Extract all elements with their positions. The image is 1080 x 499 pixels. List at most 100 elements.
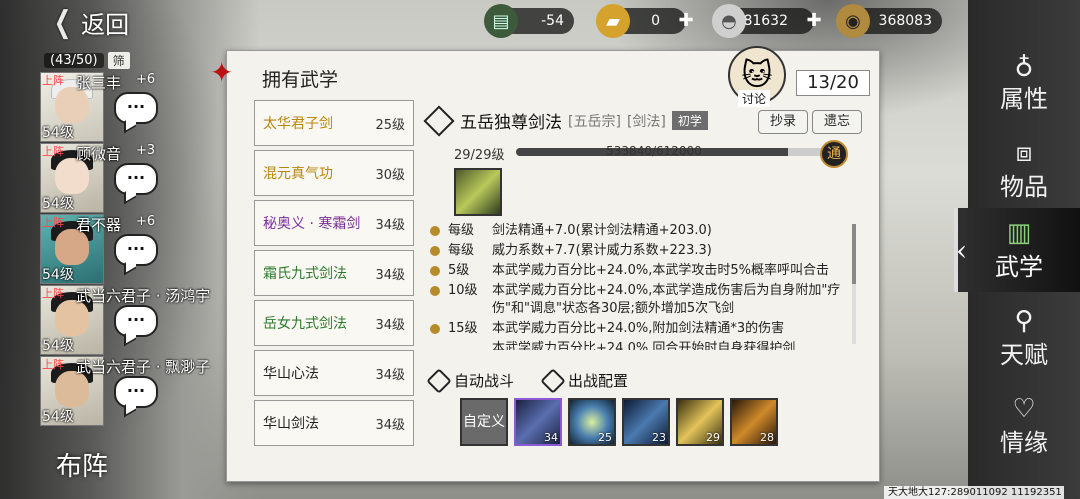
silver-ingot-icon: ◓ — [712, 4, 746, 38]
tab-label: 情缘 — [1000, 428, 1048, 457]
add-silver-button[interactable]: ✚ — [804, 11, 824, 31]
tab-label: 武学 — [995, 252, 1043, 281]
tab-label: 天赋 — [1000, 340, 1048, 369]
effect-row: 5级 本武学威力百分比+24.0%,本武学攻击时5%概率呼叫合击 — [430, 262, 850, 280]
diamond-icon — [423, 104, 455, 137]
hero-name: 武当六君子 · 汤鸿宇 — [76, 287, 211, 305]
effects-scrollbar[interactable] — [852, 224, 856, 344]
skill-list-item[interactable]: 混元真气功 30级 — [254, 150, 414, 196]
skill-slot[interactable]: 28 — [730, 398, 778, 446]
forget-button[interactable]: 遗忘 — [812, 110, 862, 134]
hero-plus: +3 — [136, 143, 156, 158]
roster-header: (43/50) 筛 — [44, 50, 152, 70]
skill-name: 华山剑法 — [263, 416, 319, 432]
chest-icon: ▤ — [484, 4, 518, 38]
skill-level: 34级 — [375, 367, 405, 383]
bag-icon: ⧈ — [1015, 137, 1033, 168]
resource-gold[interactable]: ▰ 0 ✚ — [596, 4, 694, 38]
skill-slot[interactable]: 34 — [514, 398, 562, 446]
side-tabs: ♁ 属性 ⧈ 物品 ▥ 武学 ⚲ 天赋 ♡ 情缘 — [954, 0, 1080, 499]
skill-list-item[interactable]: 秘奥义 · 寒霜剑 34级 — [254, 200, 414, 246]
back-button[interactable]: ❮ 返回 — [50, 4, 129, 40]
mastery-badge[interactable]: 通 — [820, 140, 848, 168]
custom-slot-button[interactable]: 自定义 — [460, 398, 508, 446]
skill-level: 25级 — [375, 117, 405, 133]
copy-button[interactable]: 抄录 — [758, 110, 808, 134]
resource-silver[interactable]: ◓ 81632 ✚ — [712, 4, 822, 38]
skill-capacity: 13/20 — [796, 70, 870, 96]
resource-chest[interactable]: ▤ -54 — [484, 4, 574, 38]
filter-button[interactable]: 筛 — [107, 51, 130, 69]
effect-row: 本武学威力百分比+24.0%,回合开始时自身获得护剑 — [492, 341, 796, 350]
skill-name: 秘奥义 · 寒霜剑 — [263, 216, 361, 232]
hero-card[interactable]: 上阵 武当六君子 · 汤鸿宇 54级 ··· — [40, 285, 210, 355]
tab-martial-arts[interactable]: ▥ 武学 — [954, 208, 1080, 292]
hero-card[interactable]: 上阵 张三丰 +6 54级 ··· — [40, 72, 162, 142]
chat-bubble-icon[interactable]: ··· — [114, 376, 158, 408]
chat-bubble-icon[interactable]: ··· — [114, 305, 158, 337]
skill-detail: 五岳独尊剑法 [五岳宗] [剑法] 初学 抄录 遗忘 29/29级 533840… — [423, 104, 864, 460]
skill-list-item[interactable]: 太华君子剑 25级 — [254, 100, 414, 146]
hero-card[interactable]: 上阵 顾微音 +3 54级 ··· — [40, 143, 162, 213]
config-icon — [540, 367, 566, 394]
skill-name: 霜氏九式剑法 — [263, 266, 347, 282]
slot-level: 23 — [652, 431, 666, 444]
slot-level: 28 — [760, 431, 774, 444]
hero-level: 54级 — [42, 338, 74, 354]
chat-bubble-icon[interactable]: ··· — [114, 234, 158, 266]
dart-icon: ✦ — [210, 56, 234, 89]
hero-name: 顾微音 — [76, 145, 122, 163]
tab-attributes[interactable]: ♁ 属性 — [968, 40, 1080, 124]
resource-value: -54 — [541, 13, 564, 29]
hero-card[interactable]: 上阵 君不器 +6 54级 ··· — [40, 214, 162, 284]
add-gold-button[interactable]: ✚ — [676, 11, 696, 31]
auto-battle-toggle[interactable]: 自动战斗 — [426, 367, 514, 394]
hero-name: 武当六君子 · 飘渺子 — [76, 358, 211, 376]
gourd-icon: ♁ — [1014, 49, 1034, 80]
skill-level: 30级 — [375, 167, 405, 183]
skill-slot[interactable]: 23 — [622, 398, 670, 446]
formation-button[interactable]: 布阵 — [56, 446, 156, 486]
skill-list-item[interactable]: 霜氏九式剑法 34级 — [254, 250, 414, 296]
chevron-left-icon: ❮ — [53, 4, 72, 40]
hero-name: 张三丰 — [76, 74, 122, 92]
hero-level: 54级 — [42, 196, 74, 212]
talent-icon: ⚲ — [1014, 305, 1034, 336]
tab-talent[interactable]: ⚲ 天赋 — [968, 296, 1080, 380]
effect-row: 15级 本武学威力百分比+24.0%,附加剑法精通*3的伤害 — [430, 320, 850, 338]
skill-slot[interactable]: 29 — [676, 398, 724, 446]
skill-level: 34级 — [375, 217, 405, 233]
hero-card[interactable]: 上阵 武当六君子 · 飘渺子 54级 ··· — [40, 356, 210, 426]
resource-coin[interactable]: ◉ 368083 — [836, 4, 942, 38]
effect-row: 每级 剑法精通+7.0(累计剑法精通+203.0) — [430, 222, 850, 240]
tab-label: 物品 — [1000, 172, 1048, 201]
skill-list-item[interactable]: 华山心法 34级 — [254, 350, 414, 396]
effect-row: 每级 威力系数+7.7(累计威力系数+223.3) — [430, 242, 850, 260]
resource-value: 368083 — [878, 13, 932, 29]
skill-category: [剑法] — [626, 113, 666, 130]
hero-name: 君不器 — [76, 216, 122, 234]
skill-effects: 每级 剑法精通+7.0(累计剑法精通+203.0) 每级 威力系数+7.7(累计威力… — [430, 222, 850, 350]
skill-level-progress: 29/29级 — [454, 148, 505, 163]
skill-slot[interactable]: 25 — [568, 398, 616, 446]
coin-icon: ◉ — [836, 4, 870, 38]
tab-bonds[interactable]: ♡ 情缘 — [968, 384, 1080, 468]
exp-text: 533840/612000 — [606, 144, 702, 158]
battle-config-button[interactable]: 出战配置 — [540, 367, 628, 394]
skill-name: 混元真气功 — [263, 166, 333, 182]
skill-list[interactable]: 太华君子剑 25级 混元真气功 30级 秘奥义 · 寒霜剑 34级 霜氏九式剑法… — [248, 100, 422, 460]
skill-title: 五岳独尊剑法 — [460, 113, 562, 133]
hero-status-tag: 上阵 — [42, 287, 64, 300]
skill-level: 34级 — [375, 317, 405, 333]
server-info: 天大地大127:289011092 11192351 — [884, 486, 1064, 499]
hero-level: 54级 — [42, 267, 74, 283]
skill-list-item[interactable]: 岳女九式剑法 34级 — [254, 300, 414, 346]
chat-bubble-icon[interactable]: ··· — [114, 163, 158, 195]
skill-grade-badge: 初学 — [671, 111, 708, 130]
sword-skill-icon — [454, 168, 502, 216]
tab-label: 属性 — [1000, 84, 1048, 113]
resource-value: 81632 — [743, 13, 788, 29]
tab-items[interactable]: ⧈ 物品 — [968, 128, 1080, 212]
skill-list-item[interactable]: 华山剑法 34级 — [254, 400, 414, 446]
chat-bubble-icon[interactable]: ··· — [114, 92, 158, 124]
